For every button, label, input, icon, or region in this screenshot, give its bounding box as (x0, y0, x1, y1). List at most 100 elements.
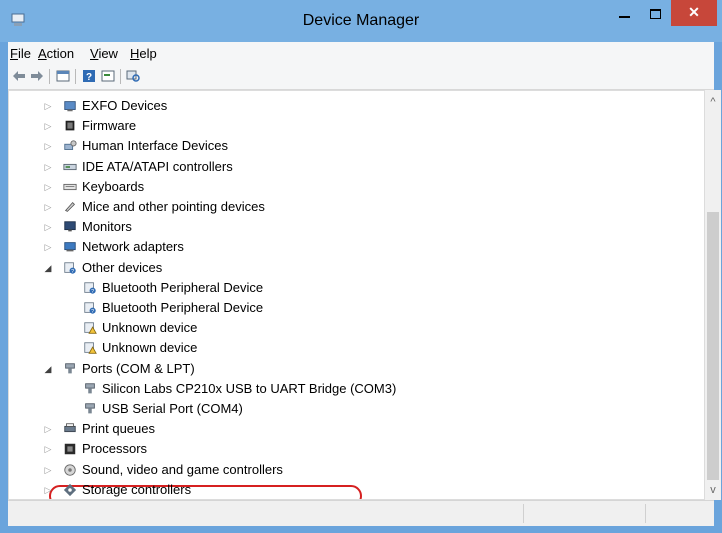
tree-category[interactable]: ▷ EXFO Devices (9, 96, 689, 116)
sound-icon (64, 463, 76, 476)
scroll-up-arrow-icon[interactable]: ^ (707, 96, 719, 108)
port-icon (85, 403, 95, 414)
collapsed-arrow-icon[interactable]: ▷ (43, 157, 53, 177)
menu-help[interactable]: Help (130, 46, 157, 61)
firmware-icon (65, 120, 75, 131)
unknown-device-icon: ? (84, 302, 96, 315)
tree-category[interactable]: ▷ Processors (9, 439, 689, 459)
tree-category[interactable]: ◢ Ports (COM & LPT) (9, 359, 689, 379)
forward-arrow-icon[interactable] (30, 69, 44, 83)
properties-icon[interactable] (101, 69, 115, 83)
status-bar (8, 500, 714, 526)
tree-device[interactable]: Silicon Labs CP210x USB to UART Bridge (… (9, 379, 689, 399)
minimize-button[interactable] (610, 0, 640, 26)
warning-device-icon (84, 322, 97, 334)
port-icon (85, 383, 95, 394)
tree-device[interactable]: ? Bluetooth Peripheral Device (9, 298, 689, 318)
device-tree[interactable]: ▷ EXFO Devices ▷ Firmware ▷ Human Interface D… (8, 90, 705, 500)
tree-item-label: Bluetooth Peripheral Device (102, 279, 264, 295)
svg-text:?: ? (91, 309, 94, 315)
expanded-arrow-icon[interactable]: ◢ (43, 258, 53, 278)
tree-item-label: Ports (COM & LPT) (82, 360, 195, 376)
tree-category[interactable]: ▷ Firmware (9, 116, 689, 136)
keyboard-icon (63, 183, 77, 190)
device-manager-window: Device Manager ✕ File Action View Help ?… (0, 0, 722, 533)
tree-item-label: USB Serial Port (COM4) (102, 401, 243, 416)
tree-category[interactable]: ▷ Storage controllers (9, 480, 689, 499)
tree-category[interactable]: ▷ Print queues (9, 419, 689, 439)
mouse-icon (64, 201, 75, 212)
tree-item-label: Silicon Labs CP210x USB to UART Bridge (… (102, 380, 397, 396)
expanded-arrow-icon[interactable]: ◢ (43, 359, 53, 379)
show-hide-console-tree-icon[interactable] (56, 69, 70, 83)
tree-category[interactable]: ▷ Mice and other pointing devices (9, 197, 689, 217)
tree-category[interactable]: ◢? Other devices (9, 258, 689, 278)
tree-category[interactable]: ▷ Monitors (9, 217, 689, 237)
menu-file[interactable]: File (10, 46, 31, 61)
toolbar: ? (8, 64, 714, 90)
printer-icon (64, 423, 76, 433)
close-icon: ✕ (688, 4, 700, 20)
tree-category[interactable]: ▷ Keyboards (9, 177, 689, 197)
collapsed-arrow-icon[interactable]: ▷ (43, 217, 53, 237)
scroll-down-arrow-icon[interactable]: v (707, 484, 719, 496)
collapsed-arrow-icon[interactable]: ▷ (43, 136, 53, 156)
tree-device[interactable]: Unknown device (9, 338, 689, 358)
tree-device[interactable]: ? Bluetooth Peripheral Device (9, 278, 689, 298)
toolbar-separator (75, 69, 76, 84)
tree-device[interactable]: USB Serial Port (COM4) (9, 399, 689, 419)
collapsed-arrow-icon[interactable]: ▷ (43, 197, 53, 217)
tree-category[interactable]: ▷ Network adapters (9, 237, 689, 257)
tree-item-label: Mice and other pointing devices (82, 199, 265, 214)
collapsed-arrow-icon[interactable]: ▷ (43, 116, 53, 136)
collapsed-arrow-icon[interactable]: ▷ (43, 419, 53, 439)
tree-category[interactable]: ▷ Human Interface Devices (9, 136, 689, 156)
device-icon (64, 101, 76, 112)
svg-text:?: ? (71, 268, 74, 274)
storage-icon (63, 483, 77, 496)
unknown-device-icon: ? (64, 261, 76, 274)
toolbar-separator (49, 69, 50, 84)
status-bar-divider (645, 504, 646, 523)
collapsed-arrow-icon[interactable]: ▷ (43, 96, 53, 116)
hid-icon (64, 140, 77, 151)
menu-action[interactable]: Action (38, 46, 74, 61)
tree-item-label: Monitors (82, 219, 132, 235)
ide-controller-icon (63, 163, 77, 170)
collapsed-arrow-icon[interactable]: ▷ (43, 177, 53, 197)
scan-hardware-icon[interactable] (126, 69, 140, 83)
menu-view[interactable]: View (90, 46, 118, 61)
scrollbar-thumb[interactable] (707, 212, 719, 480)
collapsed-arrow-icon[interactable]: ▷ (43, 439, 53, 459)
maximize-button[interactable] (641, 0, 671, 26)
tree-device[interactable]: Unknown device (9, 318, 689, 338)
tree-item-label: Print queues (82, 421, 155, 437)
toolbar-separator (120, 69, 121, 84)
tree-item-label: IDE ATA/ATAPI controllers (82, 158, 233, 174)
warning-device-icon (84, 342, 97, 355)
tree-category[interactable]: ▷ IDE ATA/ATAPI controllers (9, 157, 689, 177)
help-icon[interactable]: ? (82, 69, 96, 83)
tree-item-label: Unknown device (102, 320, 198, 336)
collapsed-arrow-icon[interactable]: ▷ (43, 460, 53, 480)
tree-item-label: Human Interface Devices (82, 138, 228, 154)
tree-item-label: Network adapters (82, 239, 184, 255)
svg-text:?: ? (91, 289, 94, 295)
back-arrow-icon[interactable] (12, 69, 26, 83)
tree-category[interactable]: ▷ Sound, video and game controllers (9, 460, 689, 480)
collapsed-arrow-icon[interactable]: ▷ (43, 480, 53, 499)
title-bar[interactable]: Device Manager ✕ (0, 0, 722, 42)
vertical-scrollbar[interactable]: ^ v (705, 90, 721, 500)
unknown-device-icon: ? (84, 282, 96, 295)
network-adapter-icon (64, 242, 76, 252)
port-icon (65, 362, 75, 373)
tree-item-label: Unknown device (102, 340, 198, 356)
monitor-icon (64, 221, 76, 232)
tree-item-label: Sound, video and game controllers (82, 461, 283, 477)
collapsed-arrow-icon[interactable]: ▷ (43, 237, 53, 257)
tree-item-label: Keyboards (82, 178, 145, 194)
tree-item-label: Firmware (82, 118, 137, 134)
tree-item-label: Bluetooth Peripheral Device (102, 300, 264, 315)
tree-item-label: Other devices (82, 259, 163, 275)
close-button[interactable]: ✕ (671, 0, 717, 26)
